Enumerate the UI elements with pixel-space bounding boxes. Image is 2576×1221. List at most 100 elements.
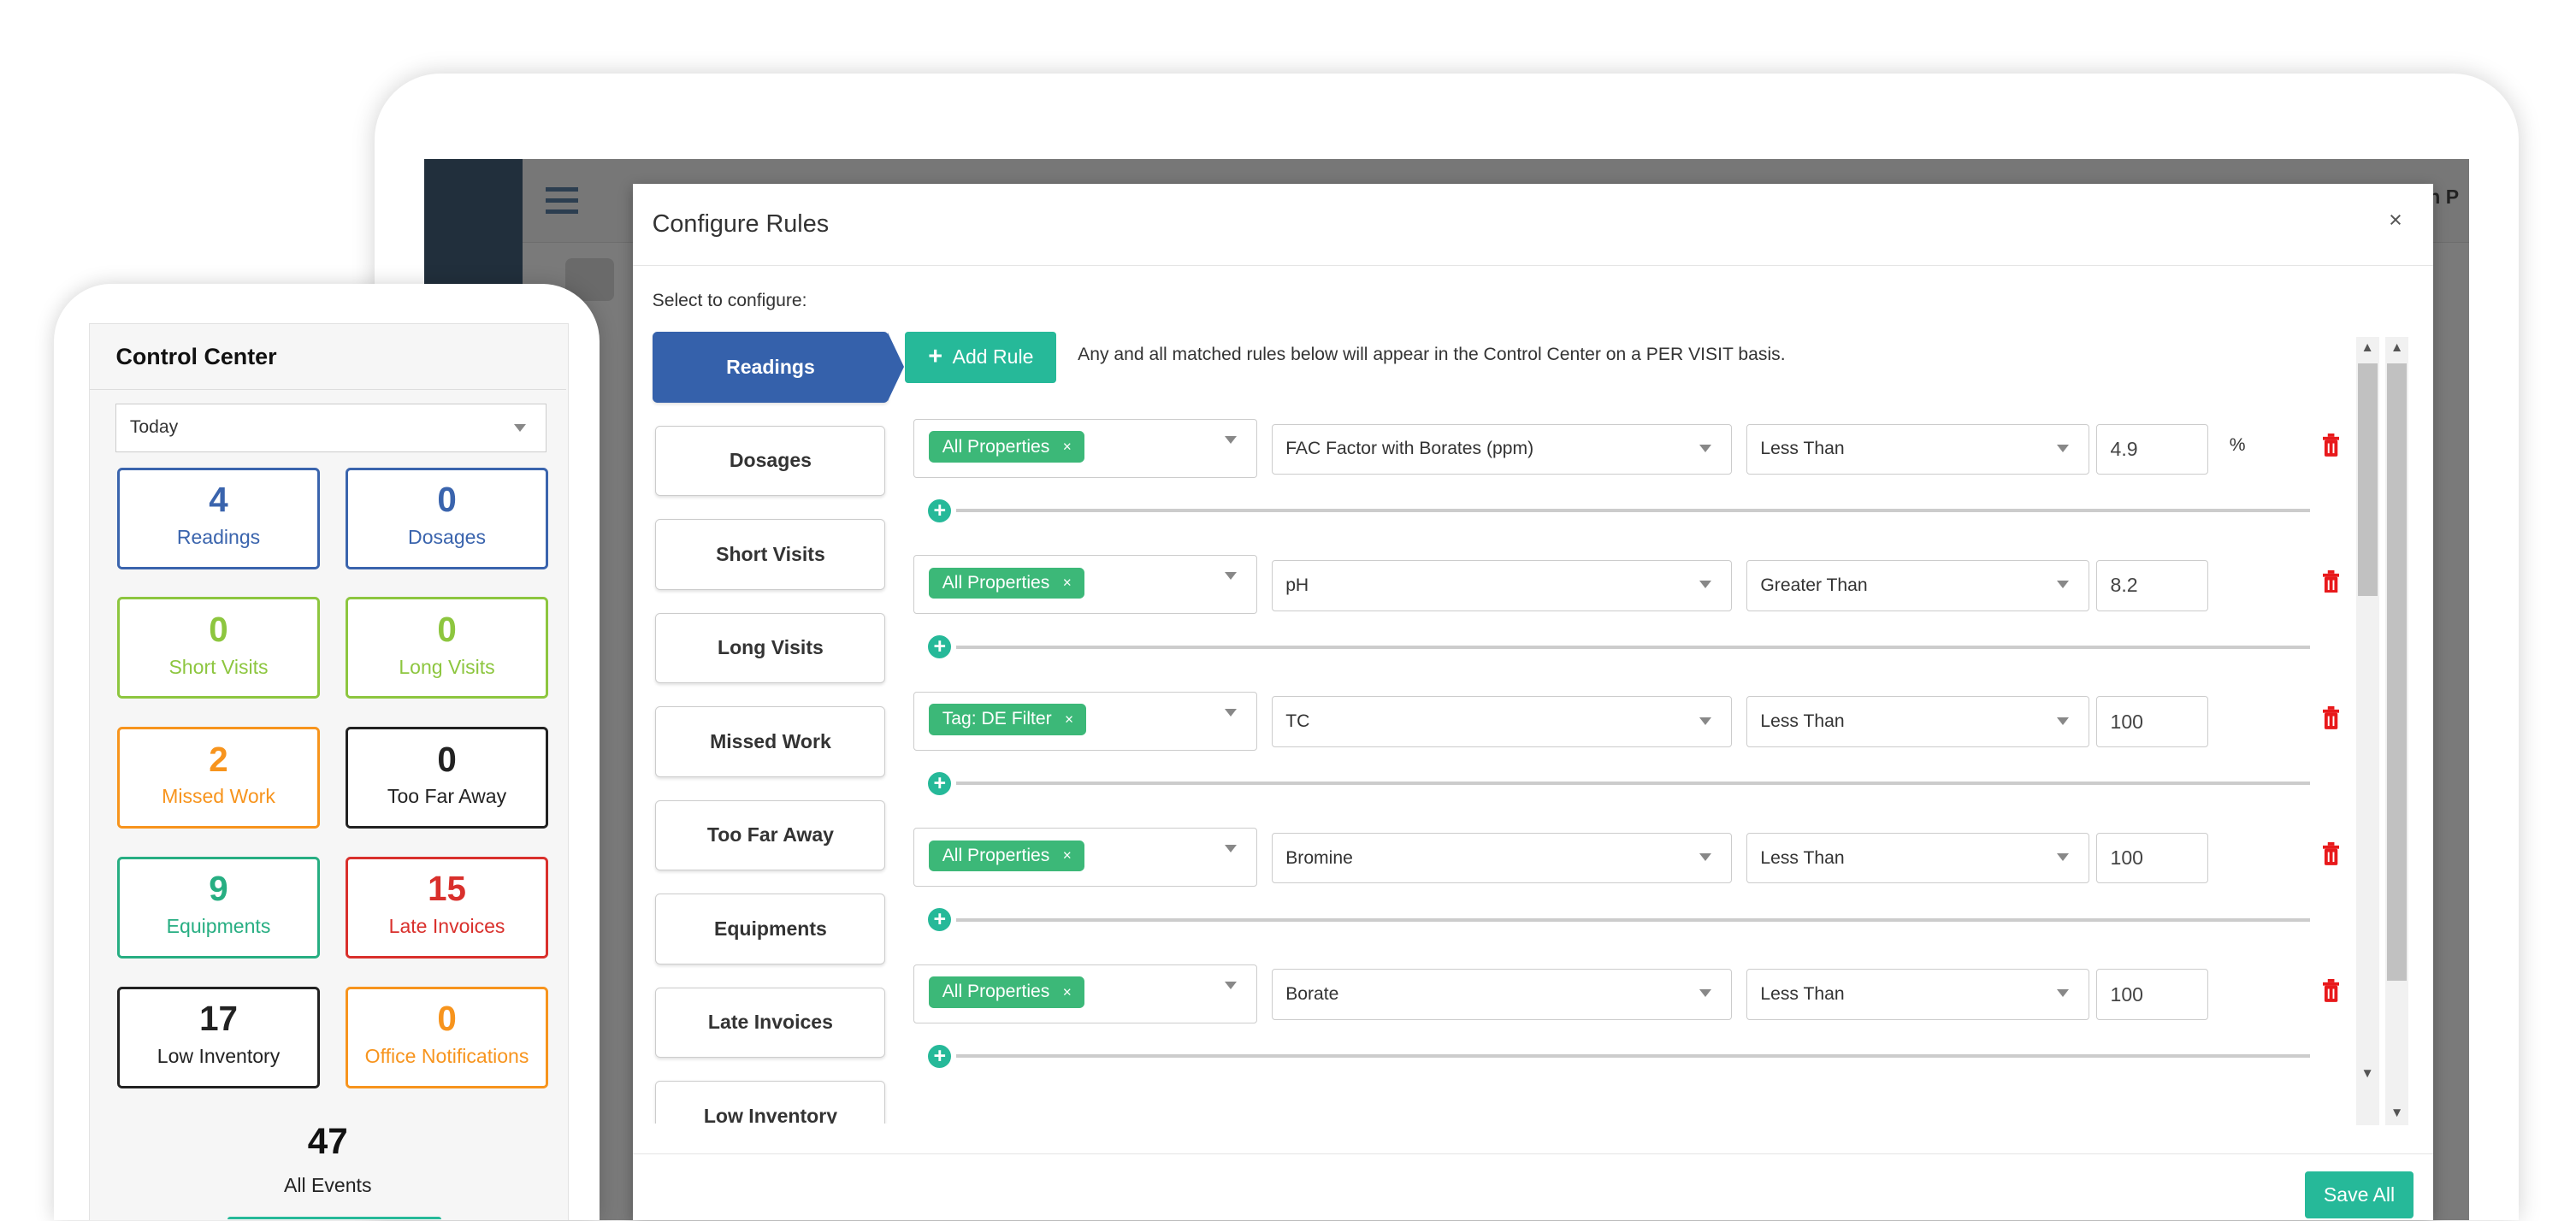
- trash-icon[interactable]: [2323, 842, 2340, 866]
- metric-select[interactable]: Bromine: [1271, 832, 1732, 884]
- trash-icon[interactable]: [2323, 978, 2340, 1002]
- threshold-input[interactable]: 100: [2096, 969, 2208, 1020]
- stat-count: 17: [199, 999, 238, 1039]
- metric-select[interactable]: pH: [1271, 560, 1732, 611]
- modal-header: Configure Rules ×: [632, 184, 2433, 267]
- property-select[interactable]: All Properties ×: [913, 418, 1257, 478]
- stat-card-equipments[interactable]: 9 Equipments: [117, 856, 320, 959]
- add-rule-button[interactable]: + Add Rule: [905, 332, 1057, 383]
- period-select[interactable]: Today: [115, 403, 547, 453]
- stat-label: Low Inventory: [157, 1044, 281, 1067]
- metric-select[interactable]: TC: [1271, 696, 1732, 748]
- operator-value: Greater Than: [1760, 575, 1868, 595]
- property-select[interactable]: Tag: DE Filter ×: [913, 691, 1257, 751]
- operator-select[interactable]: Less Than: [1746, 423, 2090, 475]
- stat-card-long-visits[interactable]: 0 Long Visits: [346, 597, 548, 699]
- hamburger-menu-icon[interactable]: [545, 186, 579, 214]
- add-condition-icon[interactable]: +: [928, 908, 952, 932]
- outer-scrollbar[interactable]: ▲ ▼: [2385, 336, 2409, 1125]
- modal-title: Configure Rules: [652, 209, 830, 238]
- outer-scroll-thumb[interactable]: [2387, 363, 2408, 981]
- operator-value: Less Than: [1760, 439, 1845, 459]
- tag-label: Tag: DE Filter: [942, 709, 1052, 729]
- threshold-input[interactable]: 100: [2096, 696, 2208, 748]
- stat-label: Long Visits: [399, 655, 495, 678]
- remove-tag-icon[interactable]: ×: [1063, 846, 1072, 864]
- divider: [956, 917, 2310, 922]
- operator-select[interactable]: Less Than: [1746, 832, 2090, 884]
- tab-missed-work[interactable]: Missed Work: [655, 706, 886, 777]
- tab-late-invoices[interactable]: Late Invoices: [655, 987, 886, 1059]
- rule-row: Tag: DE Filter × TC Less Than 100: [913, 691, 2359, 758]
- tab-dosages[interactable]: Dosages: [655, 425, 886, 497]
- property-tag: Tag: DE Filter ×: [929, 704, 1087, 735]
- property-select[interactable]: All Properties ×: [913, 964, 1257, 1023]
- chevron-down-icon: [2057, 989, 2070, 998]
- add-condition-icon[interactable]: +: [928, 635, 952, 659]
- select-label: Select to configure:: [652, 291, 807, 310]
- scroll-down-icon[interactable]: ▼: [2390, 1106, 2403, 1121]
- stat-count: 9: [209, 869, 228, 909]
- operator-value: Less Than: [1760, 711, 1845, 732]
- remove-tag-icon[interactable]: ×: [1063, 574, 1072, 592]
- property-select[interactable]: All Properties ×: [913, 555, 1257, 615]
- operator-select[interactable]: Less Than: [1746, 696, 2090, 748]
- stat-card-late-invoices[interactable]: 15 Late Invoices: [346, 856, 548, 959]
- operator-value: Less Than: [1760, 984, 1845, 1005]
- tab-low-inventory[interactable]: Low Inventory: [655, 1081, 886, 1124]
- stat-card-short-visits[interactable]: 0 Short Visits: [117, 597, 320, 699]
- stat-card-low-inventory[interactable]: 17 Low Inventory: [117, 986, 320, 1088]
- scroll-up-icon[interactable]: ▲: [2390, 340, 2403, 356]
- add-condition-row: +: [913, 771, 2310, 795]
- threshold-input[interactable]: 4.9: [2096, 423, 2208, 475]
- remove-tag-icon[interactable]: ×: [1063, 983, 1072, 1001]
- scroll-up-icon[interactable]: ▲: [2360, 340, 2373, 356]
- chevron-down-icon: [2057, 444, 2070, 452]
- tab-equipments[interactable]: Equipments: [655, 894, 886, 964]
- metric-value: pH: [1285, 575, 1309, 595]
- stat-card-too-far-away[interactable]: 0 Too Far Away: [346, 727, 548, 829]
- tab-short-visits[interactable]: Short Visits: [655, 519, 886, 590]
- chevron-down-icon: [1224, 845, 1237, 853]
- inner-scrollbar[interactable]: ▲ ▼: [2355, 336, 2379, 1125]
- stat-label: Readings: [176, 525, 261, 548]
- property-select[interactable]: All Properties ×: [913, 828, 1257, 888]
- metric-select[interactable]: Borate: [1271, 969, 1732, 1020]
- info-text: Any and all matched rules below will app…: [1078, 345, 1786, 365]
- chevron-down-icon: [1224, 436, 1237, 445]
- operator-select[interactable]: Greater Than: [1746, 560, 2090, 611]
- divider: [956, 782, 2310, 786]
- metric-value: FAC Factor with Borates (ppm): [1285, 439, 1534, 459]
- trash-icon[interactable]: [2323, 706, 2340, 729]
- stat-card-missed-work[interactable]: 2 Missed Work: [117, 727, 320, 829]
- remove-tag-icon[interactable]: ×: [1063, 438, 1072, 456]
- inner-scroll-thumb[interactable]: [2357, 363, 2378, 597]
- tab-readings[interactable]: Readings: [652, 332, 905, 403]
- add-condition-icon[interactable]: +: [928, 499, 952, 522]
- chevron-down-icon: [1699, 989, 1711, 998]
- chevron-down-icon: [1699, 717, 1711, 725]
- threshold-input[interactable]: 8.2: [2096, 560, 2208, 611]
- stat-label: Dosages: [408, 525, 487, 548]
- stat-card-dosages[interactable]: 0 Dosages: [346, 467, 548, 569]
- stat-label: Late Invoices: [388, 915, 505, 938]
- chevron-down-icon: [513, 423, 526, 432]
- close-icon[interactable]: ×: [2389, 207, 2402, 233]
- panel-button[interactable]: [227, 1216, 441, 1220]
- tab-long-visits[interactable]: Long Visits: [655, 612, 886, 684]
- tab-too-far-away[interactable]: Too Far Away: [655, 799, 886, 871]
- add-condition-icon[interactable]: +: [928, 771, 952, 795]
- threshold-input[interactable]: 100: [2096, 832, 2208, 884]
- remove-tag-icon[interactable]: ×: [1065, 711, 1073, 728]
- metric-value: Bromine: [1285, 847, 1353, 868]
- trash-icon[interactable]: [2323, 434, 2340, 457]
- stat-card-readings[interactable]: 4 Readings: [117, 467, 320, 569]
- scroll-down-icon[interactable]: ▼: [2360, 1066, 2373, 1082]
- stat-card-office-notifications[interactable]: 0 Office Notifications: [346, 986, 548, 1088]
- save-all-button[interactable]: Save All: [2305, 1171, 2414, 1219]
- add-condition-icon[interactable]: +: [928, 1044, 952, 1068]
- trash-icon[interactable]: [2323, 569, 2340, 593]
- operator-select[interactable]: Less Than: [1746, 969, 2090, 1020]
- metric-select[interactable]: FAC Factor with Borates (ppm): [1271, 423, 1732, 475]
- stat-count: 4: [209, 480, 228, 520]
